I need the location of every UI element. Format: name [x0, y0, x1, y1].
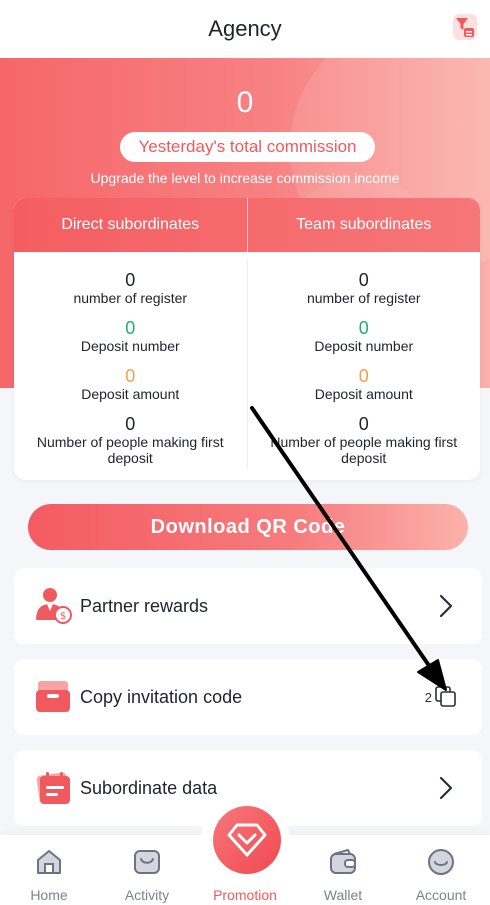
- direct-register-label: number of register: [73, 290, 188, 306]
- team-deposit-number-label: Deposit number: [314, 338, 414, 354]
- wallet-icon: [330, 849, 356, 874]
- direct-first-deposit-label: Number of people making first deposit: [36, 434, 224, 466]
- chevron-right-icon: [424, 776, 468, 800]
- activity-icon: [134, 850, 160, 874]
- tab-account[interactable]: Account: [392, 835, 490, 905]
- team-stats-column: 0 number of register 0 Deposit number 0 …: [248, 252, 481, 480]
- invite-box-icon: [32, 675, 76, 719]
- download-qr-code-button[interactable]: Download QR Code: [28, 504, 468, 550]
- team-subordinates-title: Team subordinates: [296, 216, 432, 233]
- team-deposit-amount-label: Deposit amount: [314, 386, 413, 402]
- direct-first-deposit-value: 0: [125, 414, 136, 434]
- direct-deposit-amount-label: Deposit amount: [81, 386, 180, 402]
- tab-promotion-label: Promotion: [213, 887, 277, 903]
- direct-deposit-number-value: 0: [125, 318, 136, 338]
- tab-account-label: Account: [415, 887, 467, 903]
- tab-home-label: Home: [30, 887, 68, 903]
- tab-activity[interactable]: Activity: [98, 835, 196, 905]
- account-icon: [428, 849, 454, 875]
- team-first-deposit-value: 0: [358, 414, 369, 434]
- partner-rewards-item[interactable]: $ Partner rewards: [14, 568, 482, 644]
- stats-header: Direct subordinates Team subordinates: [14, 198, 480, 252]
- top-header: Agency: [0, 0, 490, 58]
- tab-wallet[interactable]: Wallet: [294, 835, 392, 905]
- team-deposit-number-value: 0: [358, 318, 369, 338]
- page-title: Agency: [208, 16, 282, 41]
- direct-stats-column: 0 number of register 0 Deposit number 0 …: [14, 252, 247, 480]
- partner-rewards-label: Partner rewards: [80, 595, 209, 616]
- direct-deposit-amount-value: 0: [125, 366, 136, 386]
- svg-text:$: $: [60, 611, 66, 622]
- invitation-code-value: 2: [424, 689, 432, 705]
- tab-activity-label: Activity: [124, 887, 170, 903]
- commission-label: Yesterday's total commission: [120, 132, 375, 162]
- direct-deposit-number-label: Deposit number: [80, 338, 180, 354]
- direct-register-value: 0: [125, 270, 136, 290]
- team-first-deposit-label: Number of people making first deposit: [270, 434, 458, 466]
- upgrade-text: Upgrade the level to increase commission…: [90, 170, 400, 186]
- team-deposit-amount-value: 0: [358, 366, 369, 386]
- promotion-diamond-icon[interactable]: [213, 806, 281, 874]
- chevron-right-icon: [424, 594, 468, 618]
- tab-home[interactable]: Home: [0, 835, 98, 905]
- home-icon: [37, 850, 61, 874]
- stats-body: 0 number of register 0 Deposit number 0 …: [14, 252, 480, 480]
- calendar-list-icon: [32, 766, 76, 810]
- filter-icon[interactable]: [452, 13, 478, 41]
- commission-amount: 0: [236, 86, 254, 119]
- team-register-label: number of register: [306, 290, 421, 306]
- partner-person-icon: $: [32, 584, 76, 628]
- copy-invitation-code-label: Copy invitation code: [80, 686, 243, 707]
- subordinate-data-label: Subordinate data: [80, 777, 218, 798]
- subordinates-stats-card: Direct subordinates Team subordinates 0 …: [14, 198, 480, 480]
- tab-wallet-label: Wallet: [323, 887, 363, 903]
- team-register-value: 0: [358, 270, 369, 290]
- direct-subordinates-title: Direct subordinates: [61, 216, 200, 233]
- copy-invitation-code-item[interactable]: Copy invitation code 2: [14, 659, 482, 735]
